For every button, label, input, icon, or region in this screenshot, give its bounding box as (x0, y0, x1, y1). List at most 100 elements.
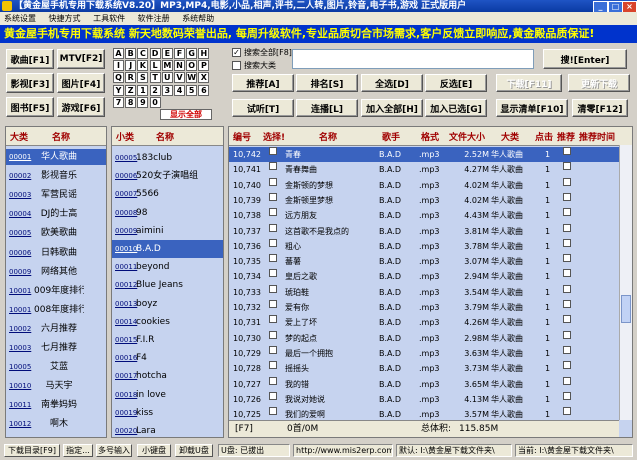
song-recommend-checkbox[interactable] (563, 284, 571, 293)
letter-key[interactable]: D (149, 48, 161, 59)
subcategory-row[interactable]: 00016 F4 (112, 349, 223, 367)
letter-key[interactable]: S (137, 72, 149, 84)
song-row[interactable]: 10,727 我的错 B.A.D .mp3 3.65M 华人歌曲 1 (229, 376, 619, 392)
song-select-checkbox[interactable] (269, 238, 277, 247)
song-recommend-checkbox[interactable] (563, 254, 571, 263)
category-row[interactable]: 10002 六月推荐 (6, 321, 106, 337)
subcategory-row[interactable]: 00008 98 (112, 204, 223, 222)
song-select-checkbox[interactable] (269, 208, 277, 217)
song-recommend-checkbox[interactable] (563, 147, 571, 155)
category-row[interactable]: 10001009年度排行榜 (6, 283, 106, 299)
subcategory-row[interactable]: 00018 in love (112, 386, 223, 404)
mtv-button[interactable]: MTV[F2] (57, 49, 105, 69)
song-recommend-checkbox[interactable] (563, 238, 571, 247)
song-row[interactable]: 10,726 我说对她说 B.A.D .mp3 4.13M 华人歌曲 1 (229, 391, 619, 407)
letter-key[interactable]: C (137, 48, 149, 59)
song-select-checkbox[interactable] (269, 192, 277, 201)
download-dir-button[interactable]: 下载目录[F9] (4, 444, 60, 457)
add-selected-button[interactable]: 加入已选[G] (425, 99, 487, 117)
song-select-checkbox[interactable] (269, 407, 277, 416)
unmount-button[interactable]: 卸载U盘 (175, 444, 213, 457)
sort-button[interactable]: 排名[S] (296, 74, 358, 92)
maximize-icon[interactable]: □ (608, 1, 623, 12)
search-category-checkbox[interactable] (232, 61, 241, 70)
search-all-checkbox[interactable]: ✓ (232, 48, 241, 57)
menu-system-settings[interactable]: 系统设置 (4, 14, 36, 23)
category-row[interactable]: 10010 马天宇 (6, 378, 106, 394)
song-recommend-checkbox[interactable] (563, 300, 571, 308)
scrollbar-thumb[interactable] (621, 295, 631, 323)
song-recommend-checkbox[interactable] (563, 407, 571, 416)
song-select-checkbox[interactable] (269, 254, 277, 263)
song-row[interactable]: 10,735 蕃薯 B.A.D .mp3 3.07M 华人歌曲 1 (229, 254, 619, 269)
letter-key[interactable]: Q (113, 72, 124, 84)
minimize-icon[interactable]: _ (593, 1, 608, 12)
menu-register[interactable]: 软件注册 (138, 14, 170, 23)
letter-key[interactable]: 0 (149, 96, 161, 108)
multi-input-button[interactable]: 多号输入 (96, 444, 132, 457)
subcategory-row[interactable]: 00009 aimini (112, 222, 223, 240)
song-select-checkbox[interactable] (269, 330, 277, 339)
letter-key[interactable]: I (113, 60, 124, 72)
letter-key[interactable]: 9 (137, 96, 149, 108)
update-download-button[interactable]: 更新下载 (568, 74, 630, 92)
subcategory-row[interactable]: 00006 520女子演唱组 (112, 167, 223, 185)
letter-key[interactable]: 1 (137, 84, 149, 96)
select-all-button[interactable]: 全选[D] (361, 74, 423, 92)
letter-key[interactable]: 3 (161, 84, 173, 96)
keypad-button[interactable]: 小键盘 (137, 444, 171, 457)
show-list-button[interactable]: 显示清单[F10] (496, 99, 568, 117)
subcategory-row[interactable]: 00015 F.I.R (112, 331, 223, 349)
letter-key[interactable]: P (198, 60, 210, 72)
invert-selection-button[interactable]: 反选[E] (425, 74, 487, 92)
letter-key[interactable]: F (174, 48, 185, 59)
subcategory-row[interactable]: 00007 5566 (112, 185, 223, 203)
letter-key[interactable]: 2 (149, 84, 161, 96)
category-row[interactable]: 00003 军营民谣 (6, 187, 106, 203)
song-recommend-checkbox[interactable] (563, 177, 571, 186)
category-row[interactable]: 10012 啊木 (6, 416, 106, 432)
category-row[interactable]: 10003 七月推荐 (6, 340, 106, 356)
letter-key[interactable]: 6 (198, 84, 210, 96)
song-select-checkbox[interactable] (269, 177, 277, 186)
letter-key[interactable]: X (198, 72, 210, 84)
letter-key[interactable]: 8 (125, 96, 137, 108)
letter-key[interactable]: H (198, 48, 210, 59)
song-recommend-checkbox[interactable] (563, 361, 571, 370)
menu-shortcuts[interactable]: 快捷方式 (49, 14, 81, 23)
category-row[interactable]: 00001 华人歌曲 (6, 149, 106, 165)
song-recommend-checkbox[interactable] (563, 391, 571, 400)
continuous-play-button[interactable]: 连播[L] (296, 99, 358, 117)
search-input[interactable] (292, 49, 534, 69)
add-all-button[interactable]: 加入全部[H] (361, 99, 423, 117)
letter-key[interactable]: V (174, 72, 185, 84)
song-select-checkbox[interactable] (269, 223, 277, 232)
song-row[interactable]: 10,733 琥珀鞋 B.A.D .mp3 3.54M 华人歌曲 1 (229, 284, 619, 300)
close-icon[interactable]: × (622, 1, 637, 12)
subcategory-row[interactable]: 00005 183club (112, 149, 223, 167)
clear-button[interactable]: 清零[F12] (572, 99, 628, 117)
song-table-scrollbar[interactable] (619, 145, 632, 420)
song-recommend-checkbox[interactable] (563, 345, 571, 354)
song-row[interactable]: 10,729 最后一个拥抱 B.A.D .mp3 3.63M 华人歌曲 1 (229, 345, 619, 361)
subcategory-row[interactable]: 00017 hotcha (112, 367, 223, 385)
category-row[interactable]: 00006 日韩歌曲 (6, 245, 106, 261)
letter-key[interactable]: W (186, 72, 198, 84)
song-row[interactable]: 10,734 皇后之歌 B.A.D .mp3 2.94M 华人歌曲 1 (229, 269, 619, 284)
song-recommend-checkbox[interactable] (563, 330, 571, 339)
song-recommend-checkbox[interactable] (563, 376, 571, 385)
letter-key[interactable]: Y (113, 84, 124, 96)
song-recommend-checkbox[interactable] (563, 192, 571, 201)
menu-tools[interactable]: 工具软件 (93, 14, 125, 23)
song-row[interactable]: 10,739 金斯顿里梦想 B.A.D .mp3 4.02M 华人歌曲 1 (229, 192, 619, 208)
recommend-button[interactable]: 推荐[A] (232, 74, 294, 92)
menu-help[interactable]: 系统帮助 (182, 14, 214, 23)
category-row[interactable]: 00002 影视音乐 (6, 168, 106, 184)
song-recommend-checkbox[interactable] (563, 223, 571, 232)
letter-key[interactable]: A (113, 48, 124, 59)
letter-key[interactable]: R (125, 72, 137, 84)
song-select-checkbox[interactable] (269, 269, 277, 278)
books-button[interactable]: 图书[F5] (6, 97, 54, 117)
subcategory-row[interactable]: 00014 cookies (112, 313, 223, 331)
letter-key[interactable]: G (186, 48, 198, 59)
